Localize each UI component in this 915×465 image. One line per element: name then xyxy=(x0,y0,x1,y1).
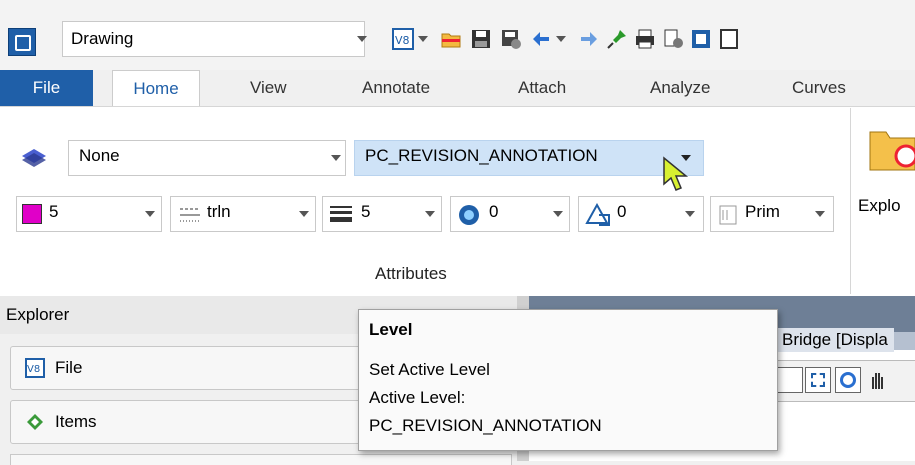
color-combo[interactable]: 5 xyxy=(16,196,162,232)
view-icon[interactable] xyxy=(690,28,712,50)
redo-icon[interactable] xyxy=(578,28,600,50)
pin-icon[interactable] xyxy=(606,28,628,50)
transparency-combo[interactable]: 0 xyxy=(450,196,570,232)
document-settings-icon[interactable] xyxy=(662,28,684,50)
active-level-combo[interactable]: PC_REVISION_ANNOTATION xyxy=(354,140,704,176)
chevron-down-icon xyxy=(299,211,309,217)
transparency-value: 0 xyxy=(489,202,499,221)
level-tooltip: Level Set Active Level Active Level: PC_… xyxy=(358,309,778,451)
priority-value: 0 xyxy=(617,202,627,221)
tooltip-description: Set Active Level xyxy=(369,360,490,379)
chevron-down-icon[interactable] xyxy=(556,36,566,42)
priority-icon xyxy=(585,203,610,226)
tab-attach[interactable]: Attach xyxy=(518,70,566,106)
svg-text:V8: V8 xyxy=(395,34,410,47)
print-icon[interactable] xyxy=(634,28,656,50)
color-swatch-icon xyxy=(22,204,42,224)
view-title: Bridge [Displa xyxy=(776,328,894,352)
level-display-icon[interactable] xyxy=(20,144,48,170)
tab-file[interactable]: File xyxy=(0,70,93,106)
properties-icon[interactable] xyxy=(718,28,740,50)
chevron-down-icon xyxy=(145,211,155,217)
fit-view-icon[interactable] xyxy=(805,367,831,393)
priority-combo[interactable]: 0 xyxy=(578,196,704,232)
chevron-down-icon[interactable] xyxy=(418,36,428,42)
undo-icon[interactable] xyxy=(530,28,552,50)
explorer-item-label: Items xyxy=(55,412,97,431)
level-display-combo[interactable]: None xyxy=(68,140,346,176)
workflow-selector[interactable]: Drawing xyxy=(62,21,367,57)
line-weight-icon xyxy=(330,206,352,222)
workflow-value: Drawing xyxy=(71,29,134,48)
ribbon-tabs: File Home View Annotate Attach Analyze C… xyxy=(0,70,915,107)
line-weight-value: 5 xyxy=(361,202,371,221)
explorer-ribbon-label[interactable]: Explo xyxy=(858,196,901,216)
color-value: 5 xyxy=(49,202,59,221)
chevron-down-icon xyxy=(553,211,563,217)
app-logo-icon[interactable] xyxy=(8,28,36,56)
chevron-down-icon xyxy=(815,211,825,217)
chevron-down-icon xyxy=(425,211,435,217)
class-icon xyxy=(719,205,737,225)
open-folder-icon[interactable] xyxy=(440,28,462,50)
explorer-item-label: File xyxy=(55,358,83,377)
quick-access-toolbar: Drawing V8 xyxy=(0,0,915,70)
tooltip-active-level-value: PC_REVISION_ANNOTATION xyxy=(369,416,602,435)
tab-analyze[interactable]: Analyze xyxy=(650,70,710,106)
line-style-icon xyxy=(180,208,200,222)
line-style-combo[interactable]: trln xyxy=(170,196,316,232)
line-weight-combo[interactable]: 5 xyxy=(322,196,442,232)
tab-annotate[interactable]: Annotate xyxy=(362,70,430,106)
tab-curves[interactable]: Curves xyxy=(792,70,846,106)
save-icon[interactable] xyxy=(470,28,492,50)
save-settings-icon[interactable] xyxy=(500,28,522,50)
explorer-title: Explorer xyxy=(6,305,70,324)
chevron-down-icon xyxy=(331,155,341,161)
group-separator xyxy=(850,108,851,294)
chevron-down-icon xyxy=(685,211,695,217)
items-icon xyxy=(27,414,43,430)
tooltip-active-level-label: Active Level: xyxy=(369,388,466,407)
pan-view-icon[interactable] xyxy=(865,367,891,393)
v8-file-icon: V8 xyxy=(25,358,45,378)
rotate-view-icon[interactable] xyxy=(835,367,861,393)
svg-text:V8: V8 xyxy=(27,364,40,375)
line-style-value: trln xyxy=(207,202,231,221)
v8-file-icon[interactable]: V8 xyxy=(392,28,414,50)
class-combo[interactable]: Prim xyxy=(710,196,834,232)
level-display-value: None xyxy=(79,146,120,165)
transparency-icon xyxy=(459,205,479,225)
tooltip-title: Level xyxy=(369,320,413,339)
explorer-folder-icon[interactable] xyxy=(866,124,915,176)
tab-home[interactable]: Home xyxy=(112,70,200,107)
active-level-value: PC_REVISION_ANNOTATION xyxy=(365,146,598,165)
class-value: Prim xyxy=(745,202,780,221)
mouse-cursor-icon xyxy=(663,156,689,191)
view-tool-partial-icon[interactable] xyxy=(777,367,803,393)
view-toolbar xyxy=(776,360,915,402)
chevron-down-icon xyxy=(357,36,367,42)
attributes-group-label: Attributes xyxy=(375,264,447,283)
tab-view[interactable]: View xyxy=(250,70,287,106)
explorer-item-partial[interactable] xyxy=(10,454,512,465)
